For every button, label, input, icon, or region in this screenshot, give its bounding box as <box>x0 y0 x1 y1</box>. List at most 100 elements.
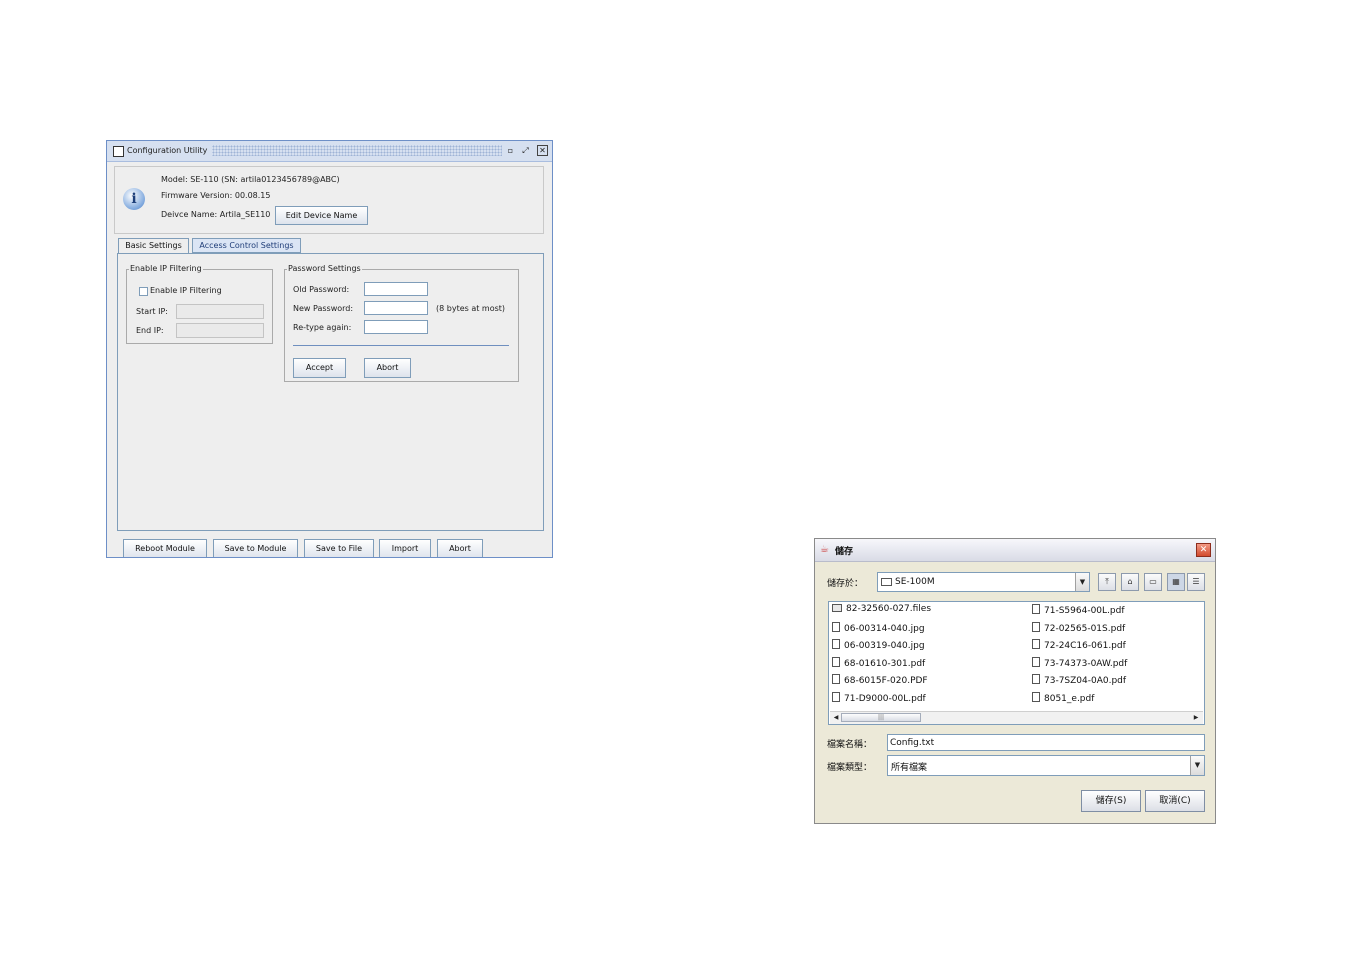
file-list-item[interactable]: 06-00314-040.jpg <box>832 621 925 634</box>
scroll-right-icon[interactable]: ▶ <box>1191 713 1201 723</box>
old-password-label: Old Password: <box>293 285 350 294</box>
file-type-combo[interactable]: 所有檔案 ▼ <box>887 755 1205 776</box>
file-icon <box>1032 674 1040 684</box>
import-button[interactable]: Import <box>379 539 431 557</box>
scroll-left-icon[interactable]: ◀ <box>831 713 841 723</box>
file-name-label: 檔案名稱： <box>827 740 873 750</box>
dialog-title-bar[interactable]: ☕ 儲存 ✕ <box>815 539 1215 562</box>
file-name-input[interactable]: Config.txt <box>887 734 1205 751</box>
tab-basic-settings[interactable]: Basic Settings <box>118 238 189 253</box>
firmware-text: Firmware Version: 00.08.15 <box>161 191 271 200</box>
window-icon <box>113 146 124 157</box>
end-ip-label: End IP: <box>136 326 164 335</box>
file-icon <box>832 621 840 632</box>
enable-ip-filtering-checkbox[interactable] <box>139 287 148 296</box>
file-icon <box>832 656 840 667</box>
separator-line <box>293 345 509 346</box>
file-list-item[interactable]: 73-7SZ04-0A0.pdf <box>1032 674 1126 686</box>
tab-access-control-settings[interactable]: Access Control Settings <box>192 238 301 253</box>
file-icon <box>1032 639 1040 649</box>
scroll-thumb[interactable]: ||| <box>841 713 921 722</box>
file-name: 82-32560-027.files <box>846 604 932 614</box>
password-abort-button[interactable]: Abort <box>364 358 411 378</box>
file-name: 71-D9000-00L.pdf <box>844 693 926 704</box>
new-password-label: New Password: <box>293 304 354 313</box>
save-to-module-button[interactable]: Save to Module <box>213 539 298 557</box>
file-list-item[interactable]: 68-6015F-020.PDF <box>832 674 928 686</box>
retype-password-label: Re-type again: <box>293 323 352 332</box>
new-password-hint: (8 bytes at most) <box>436 304 506 313</box>
file-name: 68-01610-301.pdf <box>844 658 926 669</box>
title-bar[interactable]: Configuration Utility ▫ ⤢ ✕ <box>107 141 552 162</box>
file-list-item[interactable]: 72-24C16-061.pdf <box>1032 639 1126 651</box>
new-password-input[interactable] <box>364 301 428 315</box>
edit-device-name-button[interactable]: Edit Device Name <box>275 206 368 225</box>
file-name: 73-7SZ04-0A0.pdf <box>1044 676 1127 686</box>
info-icon: i <box>123 188 145 210</box>
file-list[interactable]: 82-32560-027.files 06-00314-040.jpg 06-003… <box>828 601 1205 725</box>
file-name: 71-S5964-00L.pdf <box>1044 606 1125 616</box>
file-icon <box>832 674 840 684</box>
file-icon <box>832 639 840 649</box>
file-icon <box>832 691 840 702</box>
file-name: 72-24C16-061.pdf <box>1044 641 1126 651</box>
file-icon <box>1032 621 1040 632</box>
save-in-combo[interactable]: SE-100M ▼ <box>877 572 1090 592</box>
save-to-file-button[interactable]: Save to File <box>304 539 374 557</box>
start-ip-input[interactable] <box>176 304 264 319</box>
file-icon <box>1032 656 1040 667</box>
folder-icon <box>832 604 842 612</box>
maximize-icon[interactable]: ⤢ <box>520 145 531 156</box>
title-bar-texture <box>212 145 502 156</box>
new-folder-icon[interactable]: ▭ <box>1144 573 1162 591</box>
list-view-icon[interactable]: ▦ <box>1167 573 1185 591</box>
file-list-item[interactable]: 8051_e.pdf <box>1032 691 1095 704</box>
save-in-label: 儲存於： <box>827 579 864 589</box>
end-ip-input[interactable] <box>176 323 264 338</box>
save-dialog: ☕ 儲存 ✕ 儲存於： SE-100M ▼ ⤒ ⌂ ▭ ▦ ☰ 82-32560… <box>814 538 1216 824</box>
file-name: 06-00319-040.jpg <box>844 641 925 651</box>
abort-button[interactable]: Abort <box>437 539 483 557</box>
configuration-utility-window: Configuration Utility ▫ ⤢ ✕ i Model: SE-… <box>106 140 553 558</box>
file-list-item[interactable]: 71-D9000-00L.pdf <box>832 691 926 704</box>
details-view-icon[interactable]: ☰ <box>1187 573 1205 591</box>
enable-ip-filtering-label: Enable IP Filtering <box>150 286 222 295</box>
file-list-item[interactable]: 06-00319-040.jpg <box>832 639 925 651</box>
up-one-level-icon[interactable]: ⤒ <box>1098 573 1116 591</box>
java-cup-icon: ☕ <box>820 544 829 555</box>
file-list-item[interactable]: 73-74373-0AW.pdf <box>1032 656 1128 669</box>
file-name: 72-02565-01S.pdf <box>1044 623 1126 634</box>
retype-password-input[interactable] <box>364 320 428 334</box>
home-icon[interactable]: ⌂ <box>1121 573 1139 591</box>
chevron-down-icon[interactable]: ▼ <box>1075 573 1089 591</box>
old-password-input[interactable] <box>364 282 428 296</box>
file-name: 8051_e.pdf <box>1044 693 1095 704</box>
file-type-value: 所有檔案 <box>891 763 928 773</box>
save-button[interactable]: 儲存(S) <box>1081 790 1141 812</box>
file-name: 06-00314-040.jpg <box>844 623 925 634</box>
window-title: Configuration Utility <box>127 146 208 155</box>
file-list-item[interactable]: 72-02565-01S.pdf <box>1032 621 1126 634</box>
close-icon[interactable]: ✕ <box>537 145 548 156</box>
file-list-item[interactable]: 82-32560-027.files <box>832 604 931 614</box>
folder-icon <box>881 578 892 586</box>
file-name: 73-74373-0AW.pdf <box>1044 658 1128 669</box>
device-name-text: Deivce Name: Artila_SE110 <box>161 210 271 219</box>
reboot-module-button[interactable]: Reboot Module <box>123 539 207 557</box>
close-icon[interactable]: ✕ <box>1196 543 1211 557</box>
file-icon <box>1032 604 1040 614</box>
file-list-item[interactable]: 68-01610-301.pdf <box>832 656 926 669</box>
ip-filtering-legend: Enable IP Filtering <box>129 264 203 273</box>
minimize-icon[interactable]: ▫ <box>505 145 516 156</box>
file-icon <box>1032 691 1040 702</box>
cancel-button[interactable]: 取消(C) <box>1145 790 1205 812</box>
password-settings-legend: Password Settings <box>287 264 362 273</box>
accept-button[interactable]: Accept <box>293 358 346 378</box>
dialog-title: 儲存 <box>835 547 854 557</box>
start-ip-label: Start IP: <box>136 307 168 316</box>
horizontal-scrollbar[interactable]: ◀ ||| ▶ <box>830 711 1203 724</box>
file-name-value: Config.txt <box>890 738 935 748</box>
file-type-label: 檔案類型： <box>827 763 873 773</box>
chevron-down-icon[interactable]: ▼ <box>1190 756 1204 775</box>
file-list-item[interactable]: 71-S5964-00L.pdf <box>1032 604 1125 616</box>
